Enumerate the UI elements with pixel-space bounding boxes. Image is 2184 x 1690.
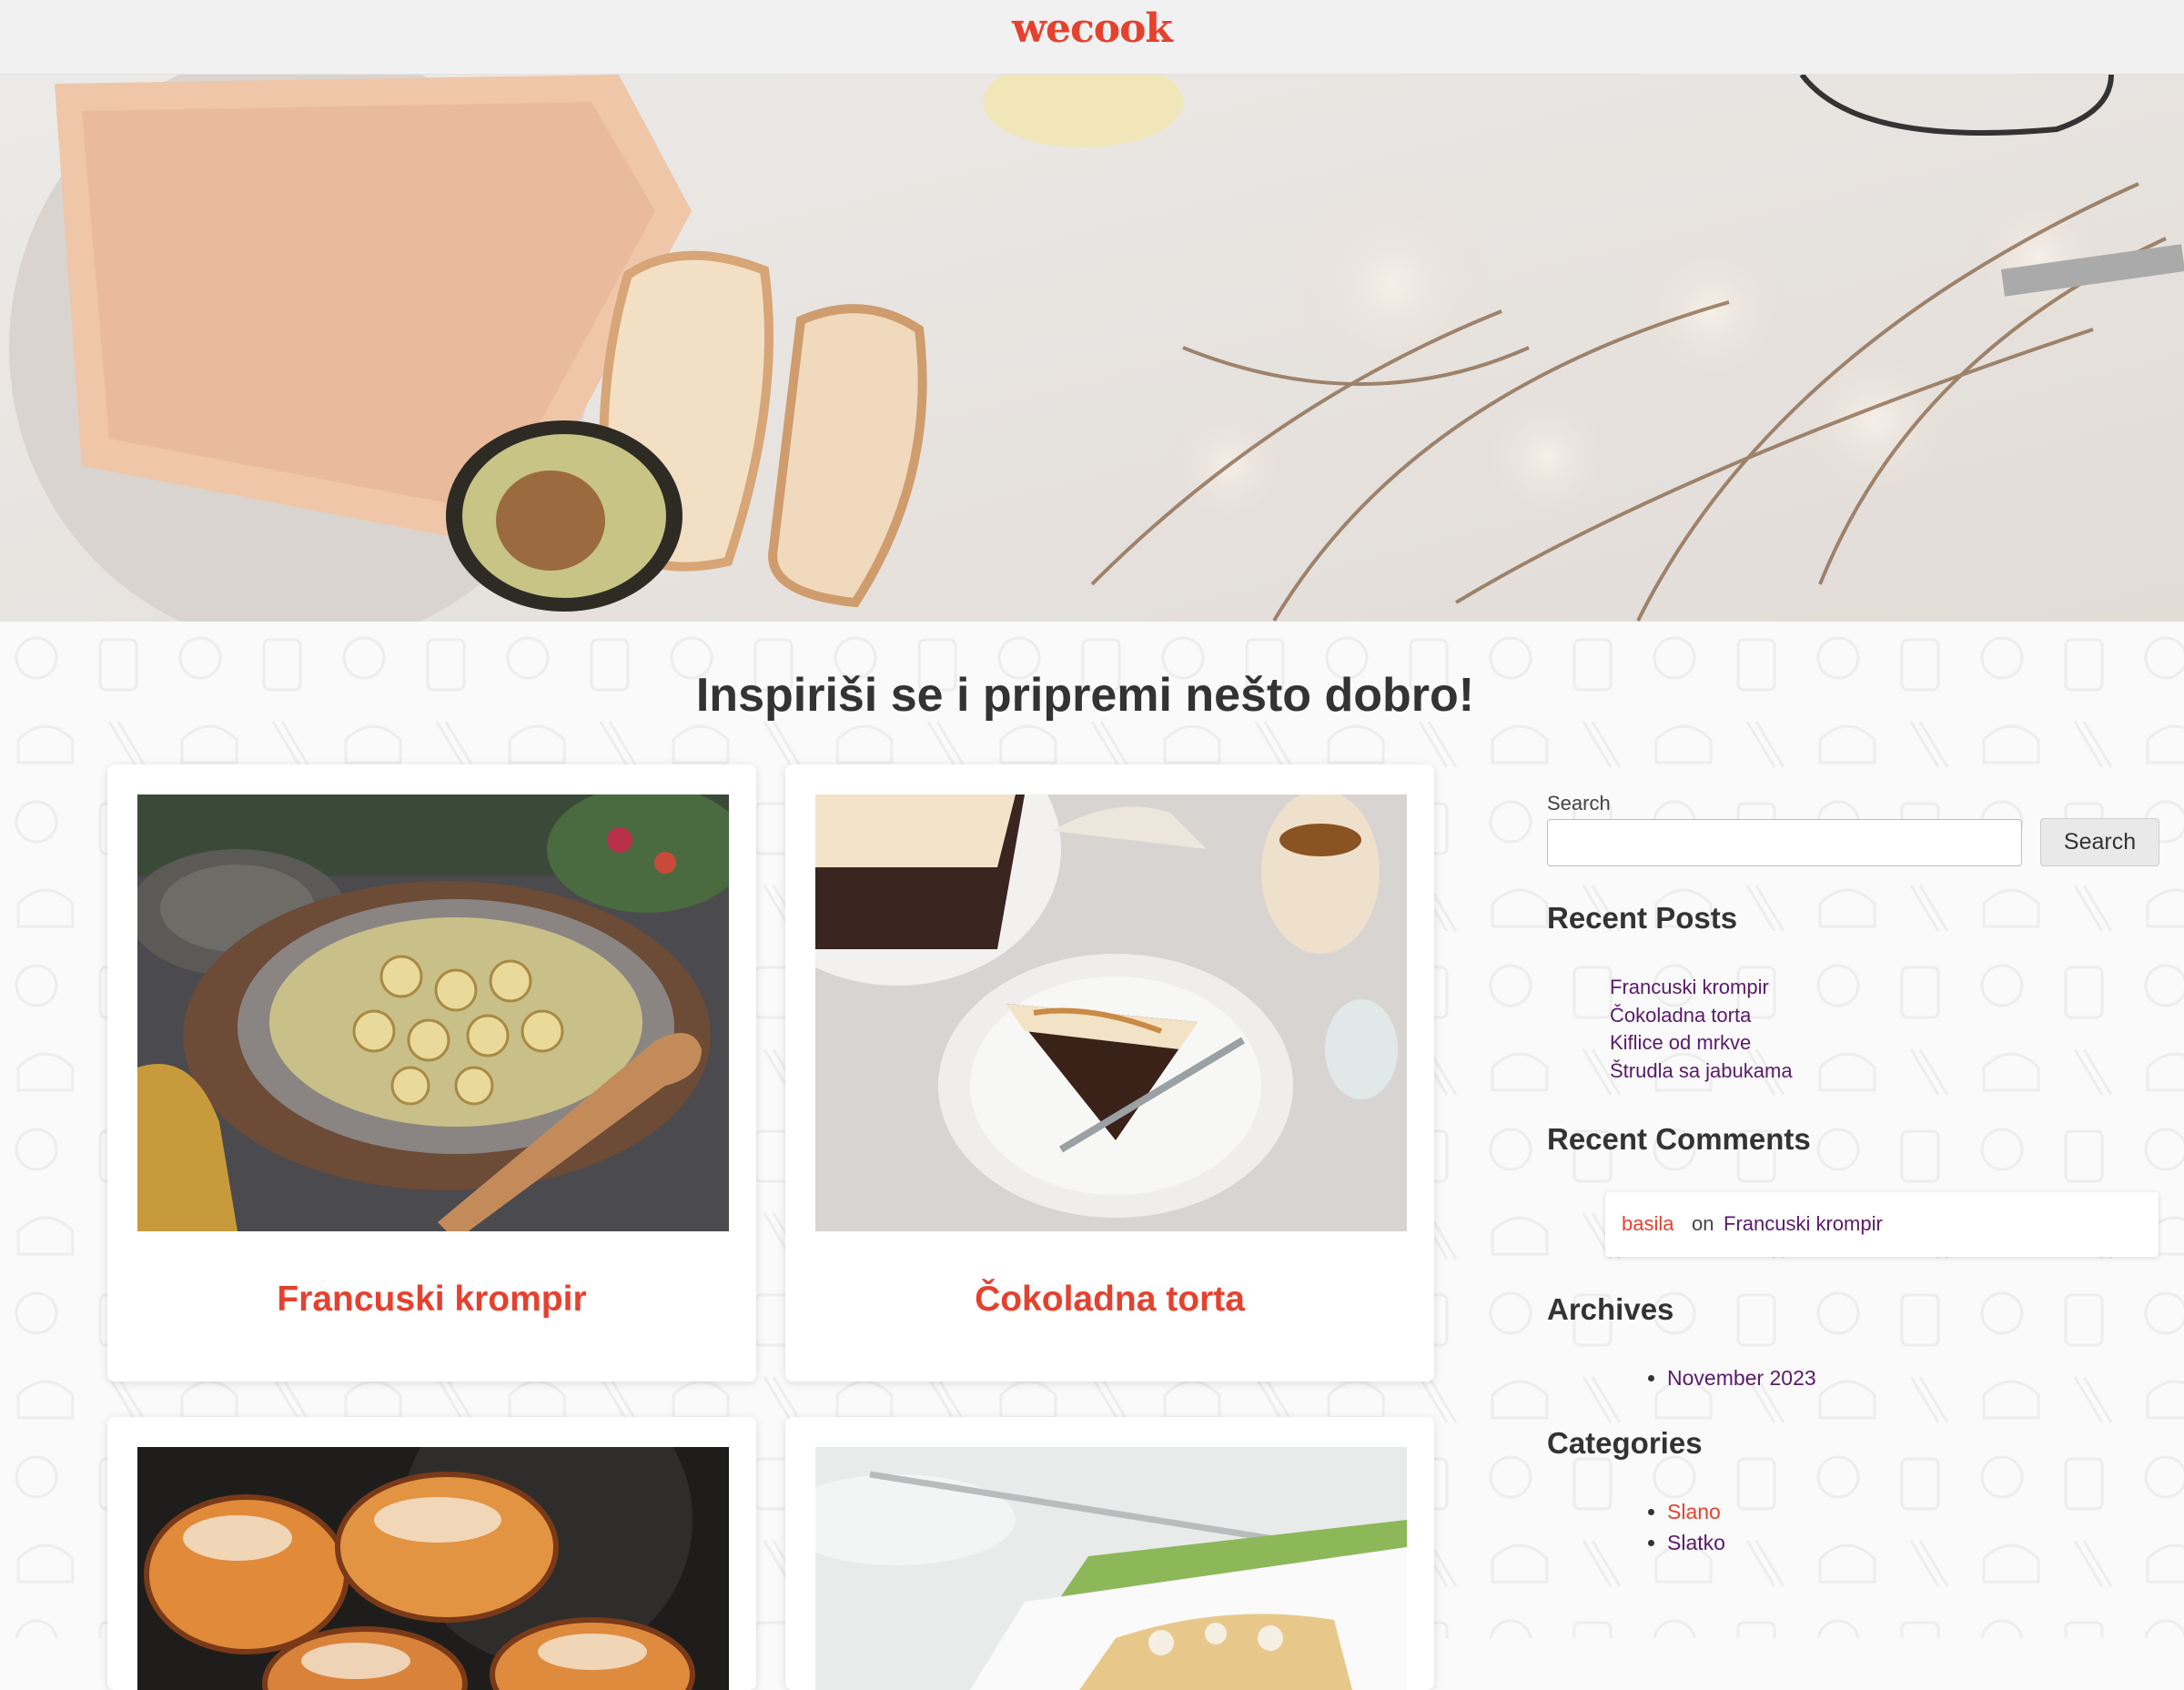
post-card[interactable]: Francuski krompir: [107, 764, 756, 1381]
recent-posts-list: Francuski krompir Čokoladna torta Kiflic…: [1610, 973, 1793, 1086]
post-thumbnail[interactable]: [137, 1447, 729, 1690]
post-thumbnail[interactable]: [815, 1447, 1407, 1690]
recent-comment: basila on Francuski krompir: [1605, 1192, 2159, 1257]
site-header: wecook: [0, 0, 2184, 75]
post-card[interactable]: [107, 1417, 756, 1690]
category-link[interactable]: Slatko: [1667, 1527, 1725, 1558]
category-link[interactable]: Slano: [1667, 1496, 1725, 1527]
recent-post-link[interactable]: Kiflice od mrkve: [1610, 1029, 1793, 1057]
comment-post-link[interactable]: Francuski krompir: [1724, 1212, 1883, 1236]
archives-title: Archives: [1547, 1292, 1674, 1326]
categories-list: Slano Slatko: [1547, 1496, 1725, 1558]
search-input[interactable]: [1547, 819, 2022, 866]
recent-post-link[interactable]: Francuski krompir: [1610, 973, 1793, 1002]
post-title[interactable]: Čokoladna torta: [785, 1280, 1434, 1320]
comment-on-text: on: [1692, 1212, 1714, 1235]
recent-post-link[interactable]: Štrudla sa jabukama: [1610, 1057, 1793, 1086]
page-title: Inspiriši se i pripremi nešto dobro!: [695, 669, 1475, 722]
archives-list: November 2023: [1547, 1362, 1816, 1393]
recent-post-link[interactable]: Čokoladna torta: [1610, 1002, 1793, 1029]
site-logo[interactable]: wecook: [0, 5, 2184, 52]
post-thumbnail[interactable]: [815, 794, 1407, 1231]
recent-posts-title: Recent Posts: [1547, 901, 1738, 935]
post-thumbnail[interactable]: [137, 794, 729, 1231]
archive-link[interactable]: November 2023: [1667, 1362, 1816, 1393]
recent-comments-title: Recent Comments: [1547, 1122, 1811, 1156]
post-card[interactable]: Čokoladna torta: [785, 764, 1434, 1381]
post-title[interactable]: Francuski krompir: [107, 1280, 756, 1320]
categories-title: Categories: [1547, 1426, 1703, 1460]
hero-banner-image: [0, 75, 2184, 622]
search-button[interactable]: Search: [2040, 818, 2159, 866]
post-card[interactable]: [785, 1417, 1434, 1690]
search-label: Search: [1547, 792, 1611, 815]
comment-author-link[interactable]: basila: [1622, 1212, 1673, 1236]
